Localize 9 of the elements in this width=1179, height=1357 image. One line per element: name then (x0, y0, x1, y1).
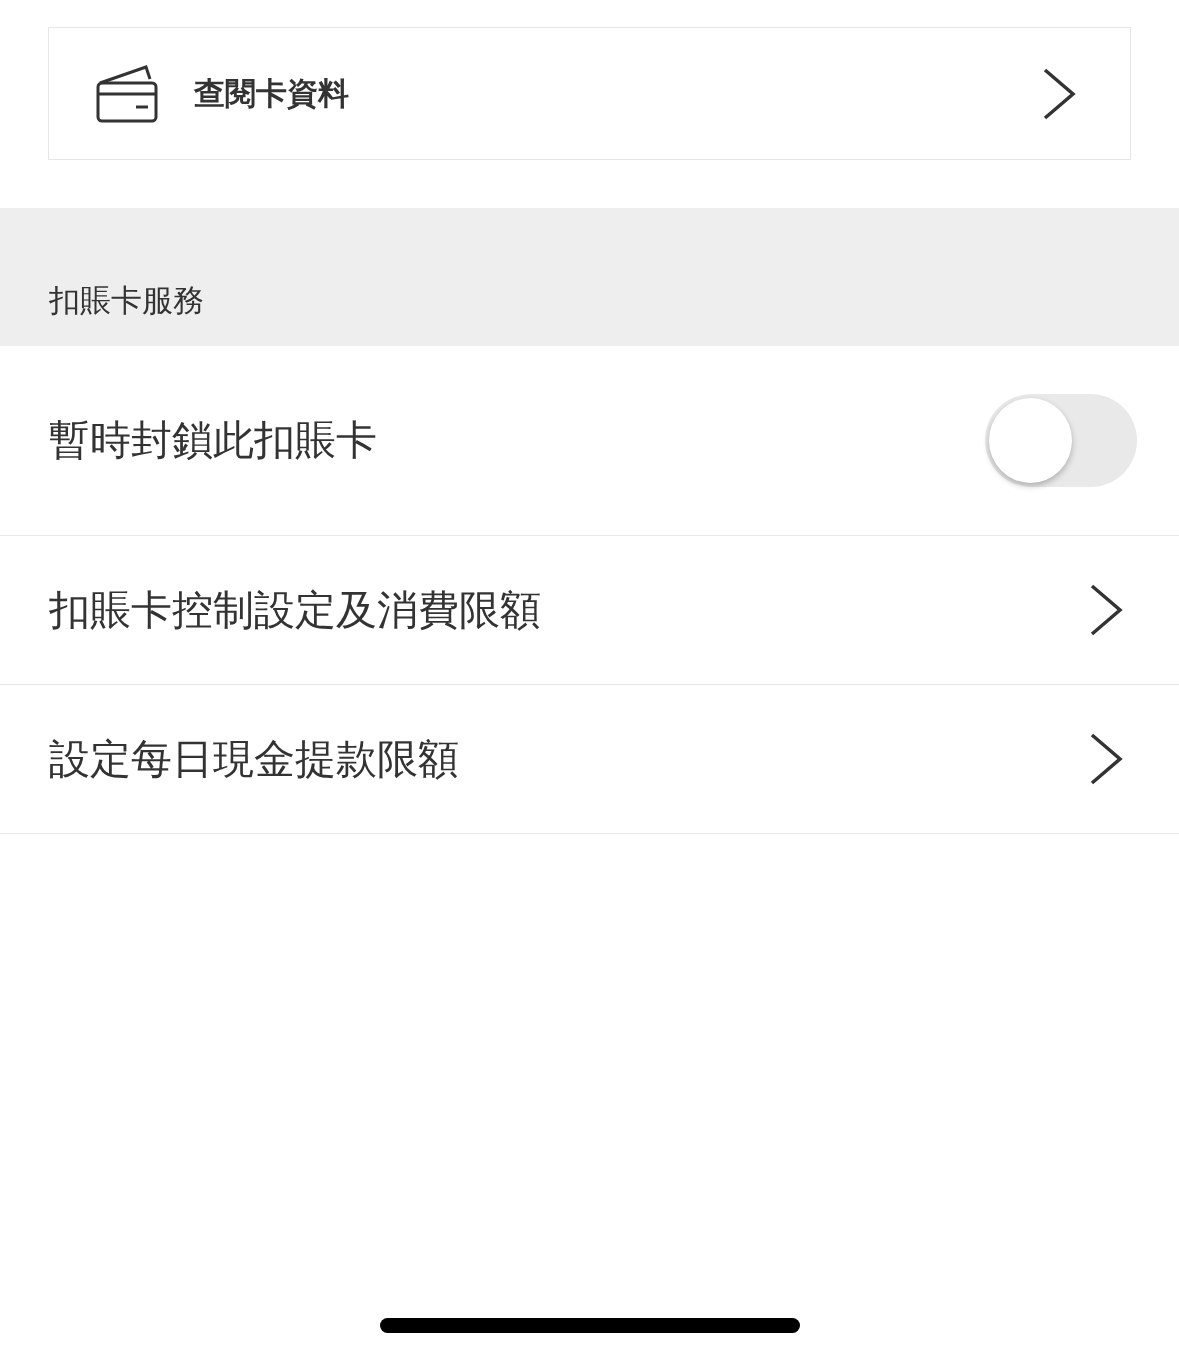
card-info-button[interactable]: 查閱卡資料 (48, 27, 1131, 160)
chevron-right-icon (1089, 733, 1123, 785)
section-title: 扣賬卡服務 (49, 281, 204, 320)
chevron-right-icon (1089, 584, 1123, 636)
row-label: 暫時封鎖此扣賬卡 (49, 415, 377, 466)
credit-card-icon (96, 62, 158, 125)
menu-item[interactable]: 扣賬卡控制設定及消費限額 (0, 536, 1179, 685)
chevron-right-icon (1042, 67, 1076, 120)
menu-item[interactable]: 設定每日現金提款限額 (0, 685, 1179, 834)
